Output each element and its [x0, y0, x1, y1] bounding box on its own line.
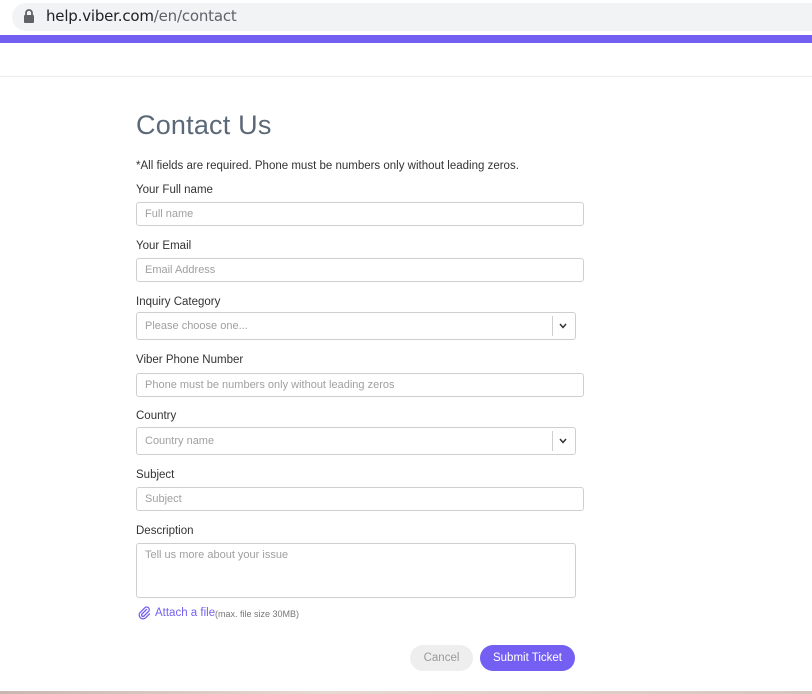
url-text[interactable]: help.viber.com/en/contact — [46, 7, 237, 25]
full-name-label: Your Full name — [136, 184, 213, 196]
attach-size-note: (max. file size 30MB) — [215, 609, 300, 619]
phone-field[interactable]: Phone must be numbers only without leadi… — [136, 373, 584, 397]
site-header — [0, 43, 812, 77]
browser-toolbar: help.viber.com/en/contact — [0, 0, 812, 34]
chevron-down-icon[interactable] — [558, 437, 568, 445]
category-select-value: Please choose one... — [145, 320, 248, 332]
subject-field[interactable]: Subject — [136, 487, 584, 511]
email-field[interactable]: Email Address — [136, 258, 584, 282]
country-select[interactable]: Country name — [136, 427, 576, 455]
subject-label: Subject — [136, 469, 175, 481]
url-path: /en/contact — [153, 7, 237, 25]
lock-icon — [24, 9, 34, 23]
country-select-value: Country name — [145, 435, 215, 447]
submit-ticket-button[interactable]: Submit Ticket — [480, 645, 575, 671]
country-label: Country — [136, 410, 177, 422]
description-field[interactable]: Tell us more about your issue — [136, 543, 576, 598]
select-divider — [552, 431, 553, 451]
paperclip-icon[interactable] — [138, 606, 151, 620]
select-divider — [552, 316, 553, 336]
description-label: Description — [136, 525, 194, 537]
full-name-field[interactable]: Full name — [136, 202, 584, 226]
chevron-down-icon[interactable] — [558, 322, 568, 330]
category-label: Inquiry Category — [136, 296, 221, 308]
brand-stripe — [0, 35, 812, 43]
phone-label: Viber Phone Number — [136, 354, 244, 366]
attach-file-link[interactable]: Attach a file — [155, 607, 215, 619]
page-title: Contact Us — [136, 110, 272, 140]
category-select[interactable]: Please choose one... — [136, 312, 576, 340]
email-label: Your Email — [136, 240, 192, 252]
url-domain: help.viber.com — [46, 7, 154, 25]
required-note: *All fields are required. Phone must be … — [136, 160, 519, 172]
cancel-button[interactable]: Cancel — [410, 645, 473, 671]
